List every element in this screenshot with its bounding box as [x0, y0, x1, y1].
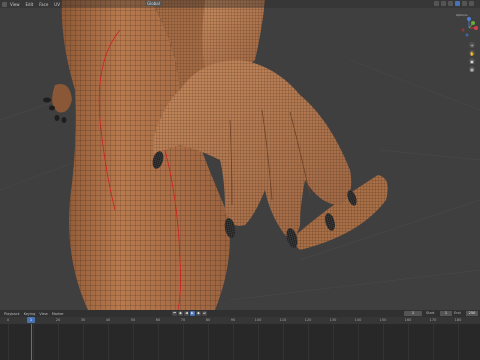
- ruler-tick-label: 50: [130, 318, 136, 322]
- gizmo-y-icon: [471, 21, 475, 25]
- playback-controls: ⏮ ◆ ◀ ▶ ◆ ⏭: [172, 311, 207, 316]
- grid-icon[interactable]: ▦: [469, 66, 475, 72]
- navigation-gizmo[interactable]: [458, 16, 480, 40]
- frame-gridline: [458, 324, 459, 360]
- playhead[interactable]: [31, 324, 32, 360]
- ruler-tick-label: 160: [404, 318, 412, 322]
- ruler-tick-label: 0: [6, 318, 10, 322]
- ruler-tick-label: 150: [379, 318, 387, 322]
- gizmo-z-icon: [467, 17, 471, 21]
- start-frame-field[interactable]: 1: [440, 311, 452, 316]
- wireframe-shading-icon[interactable]: [448, 1, 453, 6]
- frame-gridline: [233, 324, 234, 360]
- solid-shading-icon[interactable]: [455, 1, 460, 6]
- jump-start-icon[interactable]: ⏮: [172, 311, 177, 316]
- ruler-tick-label: 70: [180, 318, 186, 322]
- frame-gridline: [333, 324, 334, 360]
- next-keyframe-icon[interactable]: ◆: [196, 311, 201, 316]
- zoom-icon[interactable]: +: [469, 42, 475, 48]
- play-reverse-icon[interactable]: ◀: [184, 311, 189, 316]
- sculpt-scene[interactable]: [0, 0, 480, 310]
- xray-icon[interactable]: [441, 1, 446, 6]
- frame-gridline: [158, 324, 159, 360]
- overlay-icon[interactable]: [434, 1, 439, 6]
- frame-gridline: [183, 324, 184, 360]
- timeline-tracks[interactable]: [0, 324, 480, 360]
- frame-gridline: [283, 324, 284, 360]
- ruler-tick-label: 90: [230, 318, 236, 322]
- menu-keying[interactable]: Keying: [24, 312, 36, 316]
- menu-marker[interactable]: Marker: [52, 312, 64, 316]
- timeline-editor: Playback Keying View Marker ⏮ ◆ ◀ ▶ ◆ ⏭ …: [0, 310, 480, 360]
- jump-end-icon[interactable]: ⏭: [202, 311, 207, 316]
- frame-gridline: [408, 324, 409, 360]
- frame-gridline: [8, 324, 9, 360]
- ruler-tick-label: 120: [304, 318, 312, 322]
- frame-gridline: [258, 324, 259, 360]
- 3d-viewport[interactable]: View Edit Face UV Global Options + ✋ ▣ ▦: [0, 0, 480, 310]
- frame-gridline: [358, 324, 359, 360]
- material-shading-icon[interactable]: [462, 1, 467, 6]
- end-label: End: [454, 311, 461, 315]
- ruler-tick-label: 140: [354, 318, 362, 322]
- frame-gridline: [208, 324, 209, 360]
- ruler-tick-label: 180: [454, 318, 462, 322]
- frame-gridline: [58, 324, 59, 360]
- transform-orientation-select[interactable]: Global: [145, 1, 162, 6]
- pan-hand-icon[interactable]: ✋: [469, 50, 475, 56]
- frame-gridline: [383, 324, 384, 360]
- frame-gridline: [108, 324, 109, 360]
- background-hand: [52, 84, 72, 113]
- menu-face[interactable]: Face: [39, 2, 48, 7]
- ruler-tick-label: 170: [429, 318, 437, 322]
- ruler-tick-label: 80: [205, 318, 211, 322]
- prev-keyframe-icon[interactable]: ◆: [178, 311, 183, 316]
- frame-indicator[interactable]: 1: [27, 317, 35, 323]
- menu-view[interactable]: View: [10, 2, 20, 7]
- ruler-tick-label: 110: [279, 318, 287, 322]
- ruler-tick-label: 100: [254, 318, 262, 322]
- gizmo-x-icon: [474, 26, 478, 30]
- rendered-shading-icon[interactable]: [469, 1, 474, 6]
- ruler-tick-label: 60: [155, 318, 161, 322]
- frame-ruler[interactable]: 0102030405060708090100110120130140150160…: [0, 317, 480, 324]
- claw: [61, 117, 67, 123]
- menu-playback[interactable]: Playback: [4, 312, 20, 316]
- ruler-tick-label: 40: [105, 318, 111, 322]
- camera-icon[interactable]: ▣: [469, 58, 475, 64]
- timeline-header: Playback Keying View Marker ⏮ ◆ ◀ ▶ ◆ ⏭ …: [0, 310, 480, 317]
- frame-gridline: [133, 324, 134, 360]
- frame-gridline: [308, 324, 309, 360]
- viewport-shading-buttons: [434, 1, 474, 6]
- ruler-tick-label: 20: [55, 318, 61, 322]
- claw: [43, 97, 51, 103]
- blender-window: View Edit Face UV Global Options + ✋ ▣ ▦…: [0, 0, 480, 360]
- menu-edit[interactable]: Edit: [26, 2, 34, 7]
- end-frame-field[interactable]: 250: [466, 311, 478, 316]
- current-frame-field[interactable]: 1: [404, 311, 422, 316]
- menu-view[interactable]: View: [39, 312, 47, 316]
- claw: [54, 115, 60, 121]
- frame-gridline: [83, 324, 84, 360]
- start-label: Start: [426, 311, 435, 315]
- frame-gridline: [433, 324, 434, 360]
- ruler-tick-label: 130: [329, 318, 337, 322]
- editor-type-icon[interactable]: [2, 1, 7, 7]
- ruler-tick-label: 30: [80, 318, 86, 322]
- play-icon[interactable]: ▶: [190, 311, 195, 316]
- claw: [49, 105, 55, 111]
- viewport-header: View Edit Face UV: [0, 0, 480, 8]
- frame-gridline: [33, 324, 34, 360]
- menu-uv[interactable]: UV: [54, 2, 60, 7]
